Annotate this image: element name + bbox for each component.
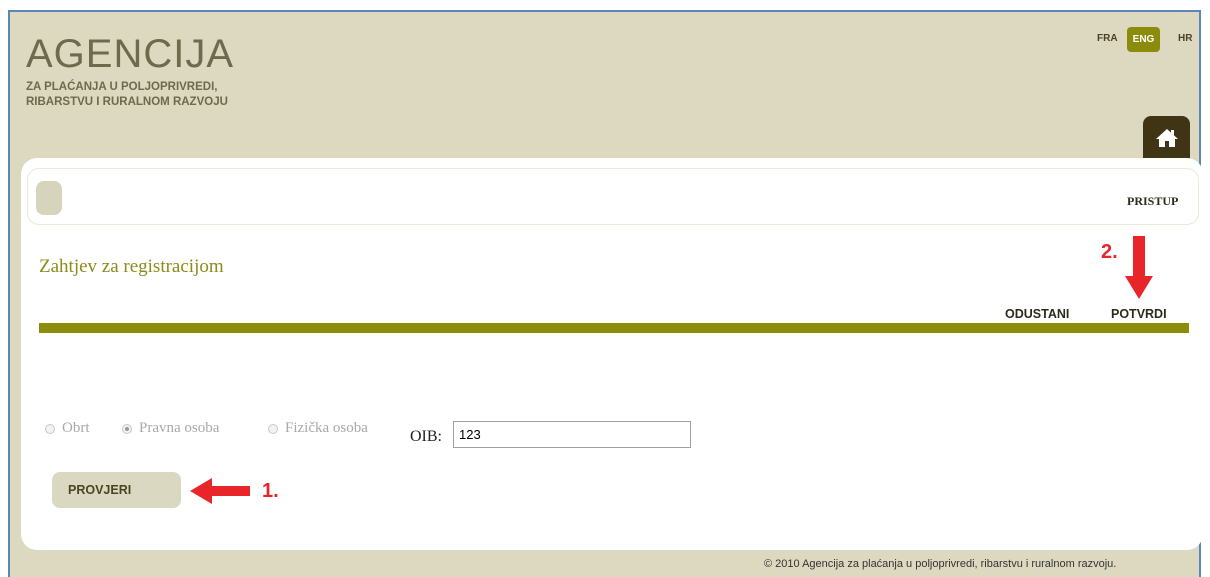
title-divider — [39, 323, 1189, 333]
navigation-bar — [27, 168, 1199, 225]
oib-label: OIB: — [410, 428, 442, 445]
radio-button-icon[interactable] — [268, 423, 278, 434]
radio-label: Fizička osoba — [285, 420, 368, 436]
annotation-arrow-left-icon — [190, 478, 250, 504]
page-title: Zahtjev za registracijom — [39, 256, 224, 277]
check-button[interactable]: PROVJERI — [52, 472, 181, 508]
annotation-step-1: 1. — [262, 480, 279, 502]
radio-fizicka-osoba[interactable]: Fizička osoba — [268, 420, 368, 437]
radio-label: Obrt — [62, 420, 90, 436]
radio-button-selected-icon[interactable] — [122, 423, 132, 434]
logo-title[interactable]: AGENCIJA — [26, 34, 234, 74]
radio-label: Pravna osoba — [139, 420, 220, 436]
annotation-arrow-down-icon — [1125, 236, 1153, 299]
language-hr[interactable]: HR — [1178, 33, 1192, 44]
oib-input[interactable] — [453, 421, 691, 448]
language-fra[interactable]: FRA — [1097, 33, 1118, 44]
logo-subtitle: ZA PLAĆANJA U POLJOPRIVREDI, RIBARSTVU I… — [26, 81, 228, 108]
annotation-step-2: 2. — [1101, 241, 1118, 263]
footer-copyright: © 2010 Agencija za plaćanja u poljoprivr… — [764, 558, 1117, 570]
radio-button-icon[interactable] — [45, 423, 55, 434]
radio-pravna-osoba[interactable]: Pravna osoba — [122, 420, 219, 437]
home-button[interactable] — [1143, 116, 1190, 160]
language-eng[interactable]: ENG — [1127, 27, 1160, 52]
radio-obrt[interactable]: Obrt — [45, 420, 90, 437]
nav-pill — [36, 181, 62, 215]
home-icon — [1155, 129, 1178, 147]
cancel-button[interactable]: ODUSTANI — [1005, 307, 1069, 321]
pristup-link[interactable]: PRISTUP — [1127, 194, 1178, 209]
confirm-button[interactable]: POTVRDI — [1111, 307, 1167, 321]
